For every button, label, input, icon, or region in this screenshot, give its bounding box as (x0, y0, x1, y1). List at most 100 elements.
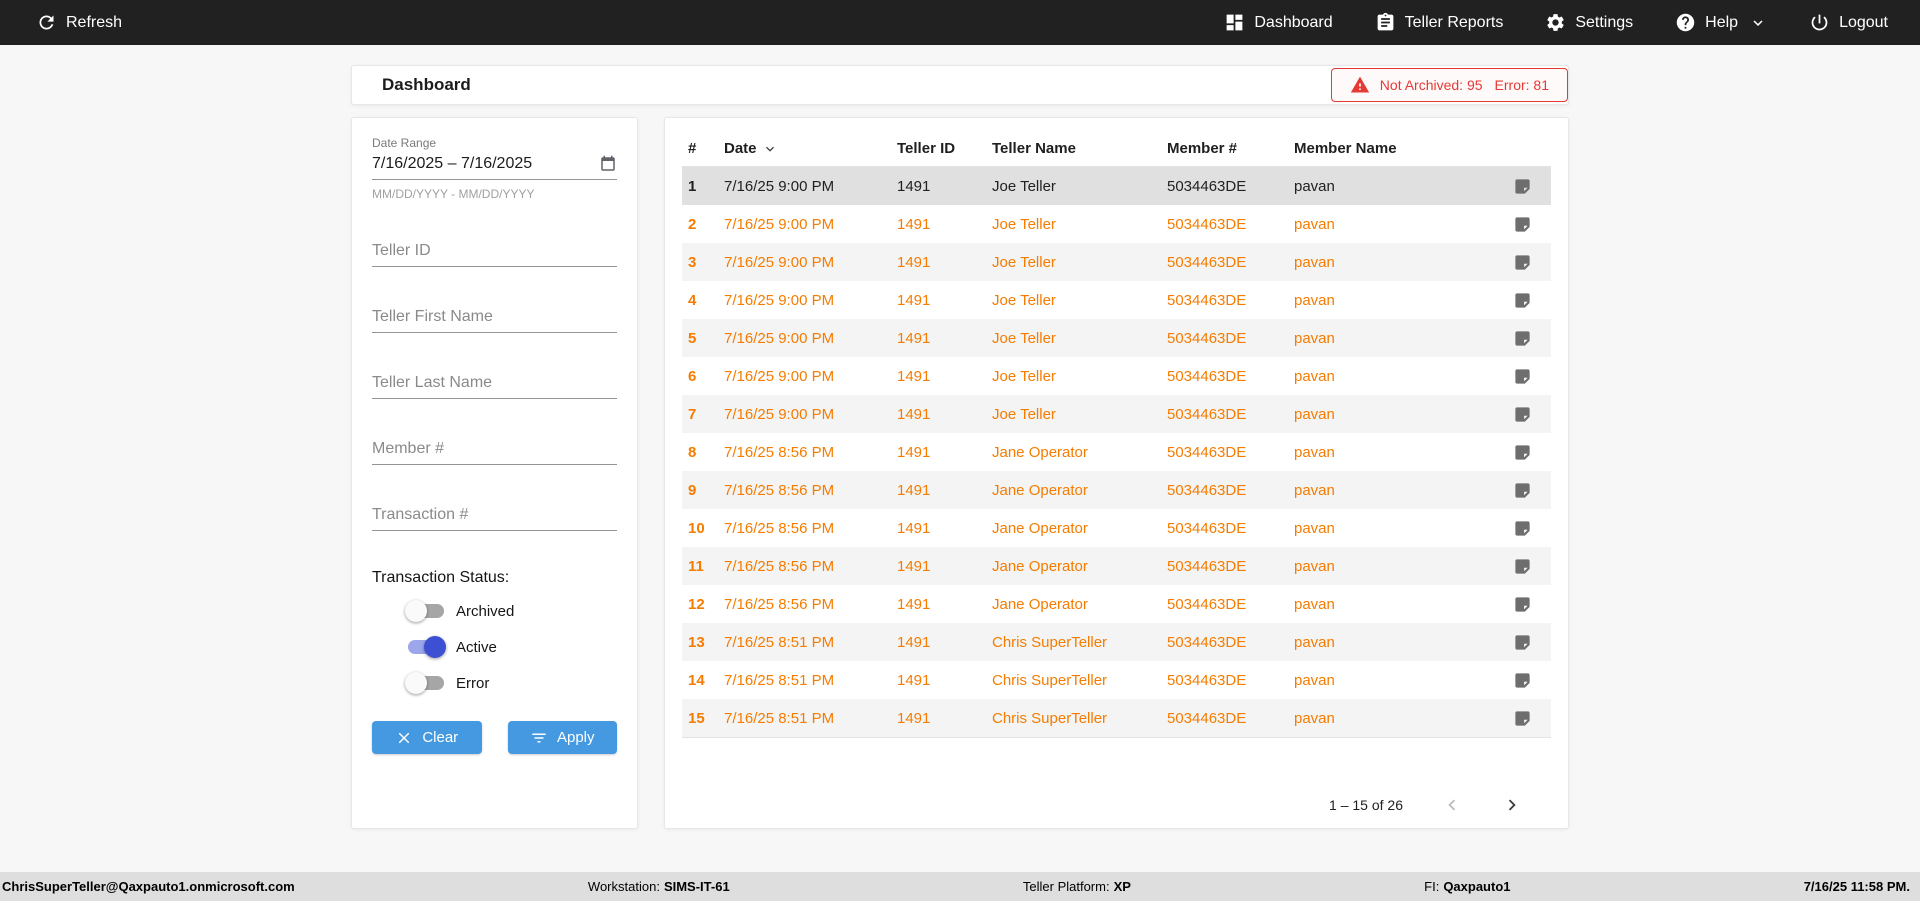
table-row[interactable]: 12 7/16/25 8:56 PM 1491 Jane Operator 50… (682, 585, 1551, 623)
table-row[interactable]: 3 7/16/25 9:00 PM 1491 Joe Teller 503446… (682, 243, 1551, 281)
cell-member-num: 5034463DE (1167, 253, 1247, 271)
table-row[interactable]: 7 7/16/25 9:00 PM 1491 Joe Teller 503446… (682, 395, 1551, 433)
cell-teller-id: 1491 (897, 519, 931, 537)
table-row[interactable]: 4 7/16/25 9:00 PM 1491 Joe Teller 503446… (682, 281, 1551, 319)
toggle-archived[interactable]: Archived (405, 599, 617, 623)
table-row[interactable]: 2 7/16/25 9:00 PM 1491 Joe Teller 503446… (682, 205, 1551, 243)
footer-timestamp: 7/16/25 11:58 PM. (1803, 879, 1910, 894)
pagination-range-label: 1 – 15 of 26 (1329, 797, 1403, 813)
refresh-button[interactable]: Refresh (36, 12, 122, 33)
transaction-note-button[interactable] (1499, 443, 1545, 462)
table-row[interactable]: 15 7/16/25 8:51 PM 1491 Chris SuperTelle… (682, 699, 1551, 737)
nav-logout[interactable]: Logout (1809, 12, 1888, 33)
cell-teller-name: Jane Operator (992, 481, 1088, 499)
clear-button[interactable]: Clear (372, 721, 482, 754)
transaction-note-button[interactable] (1499, 253, 1545, 272)
table-row[interactable]: 6 7/16/25 9:00 PM 1491 Joe Teller 503446… (682, 357, 1551, 395)
cell-date: 7/16/25 8:56 PM (724, 595, 835, 613)
date-range-field-group: Date Range MM/DD/YYYY - MM/DD/YYYY (372, 136, 617, 201)
table-row[interactable]: 9 7/16/25 8:56 PM 1491 Jane Operator 503… (682, 471, 1551, 509)
active-switch-icon (405, 635, 447, 659)
topbar-menu: Dashboard Teller Reports Settings Help L… (1224, 12, 1888, 33)
transaction-note-button[interactable] (1499, 595, 1545, 614)
previous-page-button[interactable] (1441, 794, 1463, 816)
transaction-note-button[interactable] (1499, 215, 1545, 234)
cell-teller-name: Chris SuperTeller (992, 633, 1108, 651)
transaction-note-button[interactable] (1499, 671, 1545, 690)
cell-num: 15 (688, 709, 705, 727)
nav-logout-label: Logout (1839, 13, 1888, 31)
cell-teller-name: Jane Operator (992, 557, 1088, 575)
date-range-input[interactable] (372, 155, 599, 173)
nav-help[interactable]: Help (1675, 12, 1767, 33)
member-number-input[interactable] (372, 440, 617, 458)
column-header-teller-id: Teller ID (897, 140, 956, 157)
cell-num: 10 (688, 519, 705, 537)
cell-member-num: 5034463DE (1167, 443, 1247, 461)
teller-id-input[interactable] (372, 242, 617, 260)
close-icon (399, 732, 410, 743)
warning-triangle-icon (1350, 76, 1369, 93)
toggle-active[interactable]: Active (405, 635, 617, 659)
cell-date: 7/16/25 9:00 PM (724, 253, 835, 271)
table-row[interactable]: 14 7/16/25 8:51 PM 1491 Chris SuperTelle… (682, 661, 1551, 699)
footer-fi: FI: Qaxpauto1 (1424, 879, 1511, 894)
transaction-number-input[interactable] (372, 506, 617, 524)
transaction-note-button[interactable] (1499, 481, 1545, 500)
top-bar: Refresh Dashboard Teller Reports Setting… (0, 0, 1920, 45)
table-row[interactable]: 10 7/16/25 8:56 PM 1491 Jane Operator 50… (682, 509, 1551, 547)
transaction-note-button[interactable] (1499, 405, 1545, 424)
cell-teller-name: Joe Teller (992, 329, 1056, 347)
apply-button[interactable]: Apply (507, 721, 617, 754)
transaction-note-button[interactable] (1499, 633, 1545, 652)
table-row[interactable]: 1 7/16/25 9:00 PM 1491 Joe Teller 503446… (682, 167, 1551, 205)
cell-member-num: 5034463DE (1167, 177, 1247, 195)
cell-teller-id: 1491 (897, 291, 931, 309)
table-row[interactable]: 5 7/16/25 9:00 PM 1491 Joe Teller 503446… (682, 319, 1551, 357)
table-row[interactable]: 13 7/16/25 8:51 PM 1491 Chris SuperTelle… (682, 623, 1551, 661)
cell-num: 1 (688, 177, 697, 195)
note-icon (1514, 558, 1530, 574)
nav-settings[interactable]: Settings (1545, 12, 1633, 33)
note-icon (1514, 254, 1530, 270)
cell-date: 7/16/25 9:00 PM (724, 177, 835, 195)
cell-teller-id: 1491 (897, 709, 931, 727)
cell-member-name: pavan (1294, 481, 1335, 499)
cell-teller-name: Joe Teller (992, 215, 1056, 233)
transaction-note-button[interactable] (1499, 329, 1545, 348)
cell-num: 8 (688, 443, 697, 461)
next-page-button[interactable] (1501, 794, 1523, 816)
table-row[interactable]: 11 7/16/25 8:56 PM 1491 Jane Operator 50… (682, 547, 1551, 585)
cell-teller-name: Joe Teller (992, 367, 1056, 385)
teller-first-name-input[interactable] (372, 308, 617, 326)
dashboard-grid-icon (1226, 14, 1243, 31)
transaction-note-button[interactable] (1499, 367, 1545, 386)
nav-dashboard[interactable]: Dashboard (1224, 12, 1333, 33)
cell-date: 7/16/25 8:56 PM (724, 443, 835, 461)
cell-date: 7/16/25 8:51 PM (724, 671, 835, 689)
table-row[interactable]: 8 7/16/25 8:56 PM 1491 Jane Operator 503… (682, 433, 1551, 471)
nav-settings-label: Settings (1575, 13, 1634, 31)
nav-teller-reports[interactable]: Teller Reports (1375, 12, 1503, 33)
transaction-note-button[interactable] (1499, 519, 1545, 538)
note-icon (1514, 672, 1530, 688)
content-area: Dashboard Not Archived: 95 Error: 81 Dat… (351, 65, 1569, 829)
transaction-note-button[interactable] (1499, 291, 1545, 310)
calendar-picker-button[interactable] (599, 155, 617, 173)
column-header-date[interactable]: Date (724, 140, 897, 157)
note-icon (1514, 292, 1530, 308)
transaction-note-button[interactable] (1499, 709, 1545, 728)
help-circle-icon (1676, 13, 1695, 32)
transaction-note-button[interactable] (1499, 177, 1545, 196)
cell-num: 11 (688, 557, 704, 575)
cell-member-num: 5034463DE (1167, 595, 1247, 613)
toggle-error[interactable]: Error (405, 671, 617, 695)
cell-teller-name: Joe Teller (992, 405, 1056, 423)
cell-num: 12 (688, 595, 705, 613)
transaction-note-button[interactable] (1499, 557, 1545, 576)
cell-member-name: pavan (1294, 671, 1335, 689)
error-switch-icon (405, 671, 447, 695)
cell-teller-id: 1491 (897, 367, 931, 385)
teller-last-name-input[interactable] (372, 374, 617, 392)
cell-member-num: 5034463DE (1167, 481, 1247, 499)
